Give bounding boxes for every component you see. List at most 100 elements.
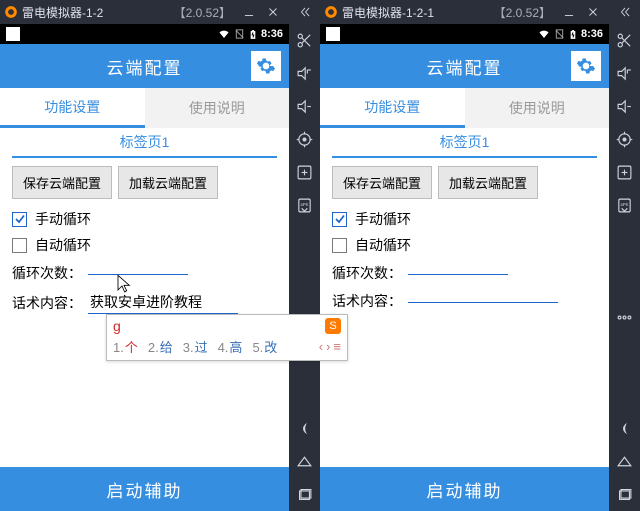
svg-text:aPK: aPK: [620, 202, 628, 207]
content-area: 保存云端配置加载云端配置手动循环自动循环循环次数：话术内容：获取安卓进阶教程gS…: [0, 160, 289, 467]
location-icon[interactable]: [609, 123, 640, 156]
ime-nav[interactable]: ‹›≡: [319, 339, 341, 354]
talk-content-label: 话术内容：: [332, 291, 402, 311]
ime-input-text: g: [113, 318, 121, 334]
settings-button[interactable]: [571, 51, 601, 81]
version-label: 【2.0.52】: [174, 4, 231, 21]
ime-prev-icon[interactable]: ‹: [319, 339, 323, 354]
load-cloud-config-button[interactable]: 加载云端配置: [438, 166, 538, 199]
auto-loop-label: 自动循环: [355, 235, 411, 255]
app-logo-icon: [4, 5, 18, 19]
ime-candidate[interactable]: 3.过: [183, 337, 208, 356]
apk-icon[interactable]: aPK: [609, 189, 640, 222]
auto-loop-label: 自动循环: [35, 235, 91, 255]
home-icon[interactable]: [289, 445, 320, 478]
auto-loop-checkbox[interactable]: [12, 238, 27, 253]
ime-candidate[interactable]: 4.高: [218, 337, 243, 356]
scissors-icon[interactable]: [609, 24, 640, 57]
talk-content-input[interactable]: 获取安卓进阶教程: [88, 291, 238, 314]
subtab-label: 标签页1: [440, 132, 490, 152]
back-icon[interactable]: [609, 412, 640, 445]
status-placeholder-icon: [6, 27, 20, 41]
manual-loop-checkbox[interactable]: [332, 212, 347, 227]
no-sim-icon: [234, 28, 245, 40]
manual-loop-checkbox[interactable]: [12, 212, 27, 227]
add-box-icon[interactable]: [289, 156, 320, 189]
apk-icon[interactable]: aPK: [289, 189, 320, 222]
recent-icon[interactable]: [289, 478, 320, 511]
emulator-sidebar: aPK: [289, 0, 320, 511]
emulator-pane: 雷电模拟器-1-2 【2.0.52】 8:36 云端配置功能设置使用说明标签页1 保存云…: [0, 0, 320, 511]
load-cloud-config-button[interactable]: 加载云端配置: [118, 166, 218, 199]
scissors-icon[interactable]: [289, 24, 320, 57]
ime-menu-icon[interactable]: ≡: [333, 339, 341, 354]
sogou-ime-icon: S: [325, 318, 341, 334]
minimize-button[interactable]: [557, 0, 581, 24]
subtab[interactable]: 标签页1: [12, 128, 277, 158]
back-icon[interactable]: [289, 412, 320, 445]
ime-candidate[interactable]: 2.给: [148, 337, 173, 356]
minimize-button[interactable]: [237, 0, 261, 24]
status-placeholder-icon: [326, 27, 340, 41]
android-statusbar: 8:36: [0, 24, 289, 44]
window-title: 雷电模拟器-1-2: [22, 4, 103, 21]
volume-up-icon[interactable]: [609, 57, 640, 90]
page-header: 云端配置: [320, 44, 609, 88]
ime-candidate[interactable]: 1.个: [113, 337, 138, 356]
settings-button[interactable]: [251, 51, 281, 81]
loop-count-label: 循环次数：: [332, 263, 402, 283]
tab-function-settings[interactable]: 功能设置: [320, 88, 465, 128]
auto-loop-checkbox[interactable]: [332, 238, 347, 253]
tab-usage-instructions[interactable]: 使用说明: [465, 88, 610, 128]
wifi-icon: [537, 28, 551, 40]
version-label: 【2.0.52】: [494, 4, 551, 21]
subtab-label: 标签页1: [120, 132, 170, 152]
ime-next-icon[interactable]: ›: [326, 339, 330, 354]
start-assist-button[interactable]: 启动辅助: [0, 467, 289, 511]
collapse-icon[interactable]: [609, 0, 640, 24]
tab-function-settings[interactable]: 功能设置: [0, 88, 145, 128]
no-sim-icon: [554, 28, 565, 40]
location-icon[interactable]: [289, 123, 320, 156]
emulator-pane: 雷电模拟器-1-2-1【2.0.52】8:36云端配置功能设置使用说明标签页1保…: [320, 0, 640, 511]
battery-icon: [248, 28, 258, 41]
manual-loop-label: 手动循环: [355, 209, 411, 229]
ime-popup: g S 1.个 2.给 3.过 4.高 5.改 ‹›≡: [106, 314, 348, 361]
clock: 8:36: [261, 28, 283, 40]
app-logo-icon: [324, 5, 338, 19]
page-title: 云端配置: [427, 54, 503, 79]
battery-icon: [568, 28, 578, 41]
close-button[interactable]: [581, 0, 605, 24]
ime-candidate[interactable]: 5.改: [252, 337, 277, 356]
save-cloud-config-button[interactable]: 保存云端配置: [12, 166, 112, 199]
talk-content-label: 话术内容：: [12, 293, 82, 313]
subtab[interactable]: 标签页1: [332, 128, 597, 158]
save-cloud-config-button[interactable]: 保存云端配置: [332, 166, 432, 199]
volume-down-icon[interactable]: [289, 90, 320, 123]
recent-icon[interactable]: [609, 478, 640, 511]
volume-up-icon[interactable]: [289, 57, 320, 90]
main-tabs: 功能设置使用说明: [0, 88, 289, 128]
loop-count-input[interactable]: [408, 272, 508, 275]
emulator-sidebar: aPK: [609, 0, 640, 511]
add-box-icon[interactable]: [609, 156, 640, 189]
loop-count-label: 循环次数：: [12, 263, 82, 283]
main-tabs: 功能设置使用说明: [320, 88, 609, 128]
dots-icon[interactable]: [609, 301, 640, 334]
loop-count-input[interactable]: [88, 272, 188, 275]
ime-candidates: 1.个 2.给 3.过 4.高 5.改 ‹›≡: [107, 335, 347, 360]
start-assist-button[interactable]: 启动辅助: [320, 467, 609, 511]
window-titlebar: 雷电模拟器-1-2-1 【2.0.52】: [320, 0, 609, 24]
collapse-icon[interactable]: [289, 0, 320, 24]
talk-content-input[interactable]: [408, 300, 558, 303]
window-title: 雷电模拟器-1-2-1: [342, 4, 434, 21]
wifi-icon: [217, 28, 231, 40]
home-icon[interactable]: [609, 445, 640, 478]
tab-usage-instructions[interactable]: 使用说明: [145, 88, 290, 128]
content-area: 保存云端配置加载云端配置手动循环自动循环循环次数： 话术内容：: [320, 160, 609, 467]
page-title: 云端配置: [107, 54, 183, 79]
window-titlebar: 雷电模拟器-1-2 【2.0.52】: [0, 0, 289, 24]
page-header: 云端配置: [0, 44, 289, 88]
volume-down-icon[interactable]: [609, 90, 640, 123]
close-button[interactable]: [261, 0, 285, 24]
